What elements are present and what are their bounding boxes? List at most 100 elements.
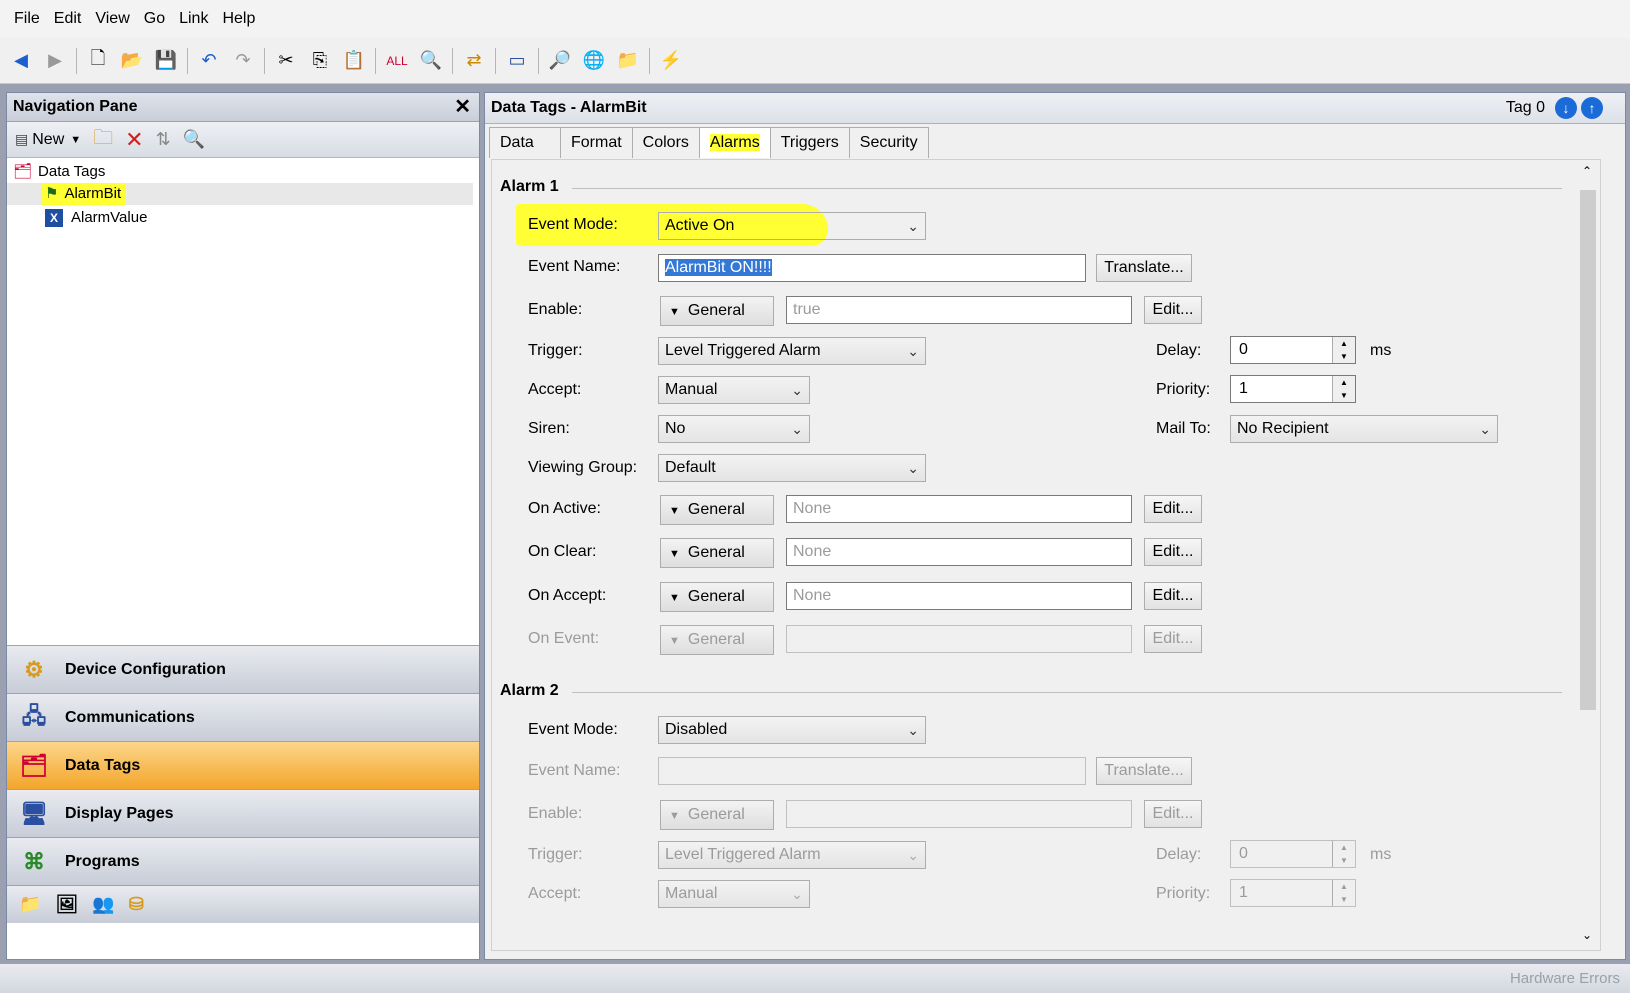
menu-edit[interactable]: Edit	[54, 10, 82, 28]
web-icon[interactable]: 🌐	[581, 48, 607, 74]
forward-icon[interactable]: ▶	[42, 48, 68, 74]
sort-icon[interactable]: ⇅	[156, 129, 171, 150]
on-event-mode-button[interactable]: ▼ General	[660, 625, 774, 655]
alarm2-priority-label: Priority:	[1156, 885, 1211, 902]
mailto-select[interactable]: No Recipient ⌄	[1230, 415, 1498, 443]
select-all-icon[interactable]: ALL	[384, 48, 410, 74]
alarm2-accept-select[interactable]: Manual ⌄	[658, 880, 810, 908]
new-button[interactable]: New	[32, 131, 64, 149]
new-tag-icon[interactable]: ▤	[15, 131, 28, 148]
delete-icon[interactable]: ✕	[125, 127, 143, 153]
alarm2-enable-edit-button[interactable]: Edit...	[1144, 800, 1202, 828]
alarm2-delay-spinner[interactable]: 0 ▲ ▼	[1230, 840, 1356, 868]
siren-label: Siren:	[528, 420, 570, 437]
trigger-select[interactable]: Level Triggered Alarm ⌄	[658, 337, 926, 365]
tab-triggers[interactable]: Triggers	[769, 127, 850, 158]
alarm2-priority-spinner[interactable]: 1 ▲ ▼	[1230, 879, 1356, 907]
undo-icon[interactable]: ↶	[196, 48, 222, 74]
library-icon[interactable]: 📁	[19, 894, 41, 915]
tree-item-alarmvalue[interactable]: X AlarmValue	[45, 207, 147, 229]
accept-select[interactable]: Manual ⌄	[658, 376, 810, 404]
next-tag-icon[interactable]: ↓	[1555, 97, 1577, 119]
open-folder-icon[interactable]: 📂	[119, 48, 145, 74]
image-icon[interactable]: 🖼	[55, 894, 78, 915]
copy-icon[interactable]: ⎘	[307, 48, 333, 74]
tab-security[interactable]: Security	[848, 127, 929, 158]
on-event-edit-button[interactable]: Edit...	[1144, 625, 1202, 653]
on-clear-mode-button[interactable]: ▼ General	[660, 538, 774, 568]
tree-item-alarmbit[interactable]: ⚑ AlarmBit	[7, 183, 473, 205]
spinner-arrows-icon[interactable]: ▲ ▼	[1332, 880, 1355, 906]
previous-tag-icon[interactable]: ↑	[1581, 97, 1603, 119]
find-icon[interactable]: 🔍	[418, 48, 444, 74]
close-icon[interactable]: ✕	[454, 93, 471, 121]
transfer-icon[interactable]: ⇄	[461, 48, 487, 74]
enable-edit-button[interactable]: Edit...	[1144, 296, 1202, 324]
delay-spinner[interactable]: 0 ▲ ▼	[1230, 336, 1356, 364]
viewing-group-select[interactable]: Default ⌄	[658, 454, 926, 482]
preview-icon[interactable]: 🔎	[547, 48, 573, 74]
toolbar-divider	[538, 47, 539, 74]
alarm2-event-name-input[interactable]	[658, 757, 1086, 785]
link-icon[interactable]: ⚡	[658, 48, 684, 74]
alarm2-enable-field[interactable]	[786, 800, 1132, 828]
nav-device-configuration[interactable]: ⚙ Device Configuration	[7, 645, 479, 693]
on-clear-edit-button[interactable]: Edit...	[1144, 538, 1202, 566]
spinner-arrows-icon[interactable]: ▲ ▼	[1332, 337, 1355, 363]
back-icon[interactable]: ◀	[8, 48, 34, 74]
alarm2-translate-button[interactable]: Translate...	[1096, 757, 1192, 785]
scroll-up-icon[interactable]: ⌃	[1582, 164, 1592, 178]
on-active-mode-button[interactable]: ▼ General	[660, 495, 774, 525]
cut-icon[interactable]: ✂	[273, 48, 299, 74]
alarm2-trigger-select[interactable]: Level Triggered Alarm ⌄	[658, 841, 926, 869]
add-folder-icon[interactable]: 🗀	[93, 123, 113, 157]
search-icon[interactable]: 🔍	[183, 129, 205, 150]
spinner-arrows-icon[interactable]: ▲ ▼	[1332, 841, 1355, 867]
tab-alarms[interactable]: Alarms	[698, 127, 771, 158]
on-active-field[interactable]: None	[786, 495, 1132, 523]
scrollbar-thumb[interactable]	[1580, 190, 1596, 710]
translate-button[interactable]: Translate...	[1096, 254, 1192, 282]
on-accept-edit-button[interactable]: Edit...	[1144, 582, 1202, 610]
redo-icon[interactable]: ↷	[230, 48, 256, 74]
new-file-icon[interactable]: 🗋	[85, 48, 111, 74]
event-mode-select[interactable]: Active On ⌄	[658, 212, 926, 240]
paste-icon[interactable]: 📋	[341, 48, 367, 74]
on-accept-field[interactable]: None	[786, 582, 1132, 610]
display-icon[interactable]: ▭	[504, 48, 530, 74]
menu-go[interactable]: Go	[144, 10, 165, 28]
save-icon[interactable]: 💾	[153, 48, 179, 74]
on-clear-field[interactable]: None	[786, 538, 1132, 566]
nav-display-pages[interactable]: 🖥 Display Pages	[7, 789, 479, 837]
database-icon[interactable]: ⛁	[129, 894, 144, 915]
enable-mode-button[interactable]: ▼ General	[660, 296, 774, 326]
vertical-scrollbar[interactable]: ⌃ ⌄	[1576, 160, 1600, 950]
event-name-input[interactable]: AlarmBit ON!!!!	[658, 254, 1086, 282]
library-icon[interactable]: 📁	[615, 48, 641, 74]
siren-select[interactable]: No ⌄	[658, 415, 810, 443]
enable-field[interactable]: true	[786, 296, 1132, 324]
menu-link[interactable]: Link	[179, 10, 208, 28]
nav-communications[interactable]: 🖧 Communications	[7, 693, 479, 741]
alarm2-enable-mode-button[interactable]: ▼ General	[660, 800, 774, 830]
tab-format[interactable]: Format	[560, 127, 633, 158]
menu-help[interactable]: Help	[222, 10, 255, 28]
priority-spinner[interactable]: 1 ▲ ▼	[1230, 375, 1356, 403]
tab-colors[interactable]: Colors	[631, 127, 700, 158]
tab-data[interactable]: Data	[489, 127, 561, 158]
on-event-field[interactable]	[786, 625, 1132, 653]
spinner-arrows-icon[interactable]: ▲ ▼	[1332, 376, 1355, 402]
tree-root[interactable]: 🗂 Data Tags	[13, 161, 105, 183]
menu-view[interactable]: View	[95, 10, 129, 28]
hardware-errors-status[interactable]: Hardware Errors	[1510, 970, 1620, 987]
alarm2-event-mode-select[interactable]: Disabled ⌄	[658, 716, 926, 744]
nav-programs[interactable]: ⌘ Programs	[7, 837, 479, 885]
event-name-label: Event Name:	[528, 258, 621, 275]
users-icon[interactable]: 👥	[92, 894, 114, 915]
scroll-down-icon[interactable]: ⌄	[1582, 928, 1592, 942]
on-active-edit-button[interactable]: Edit...	[1144, 495, 1202, 523]
on-accept-mode-button[interactable]: ▼ General	[660, 582, 774, 612]
menu-file[interactable]: File	[14, 10, 40, 28]
chevron-down-icon[interactable]: ▼	[70, 134, 81, 146]
nav-data-tags[interactable]: 🗂 Data Tags	[7, 741, 479, 789]
